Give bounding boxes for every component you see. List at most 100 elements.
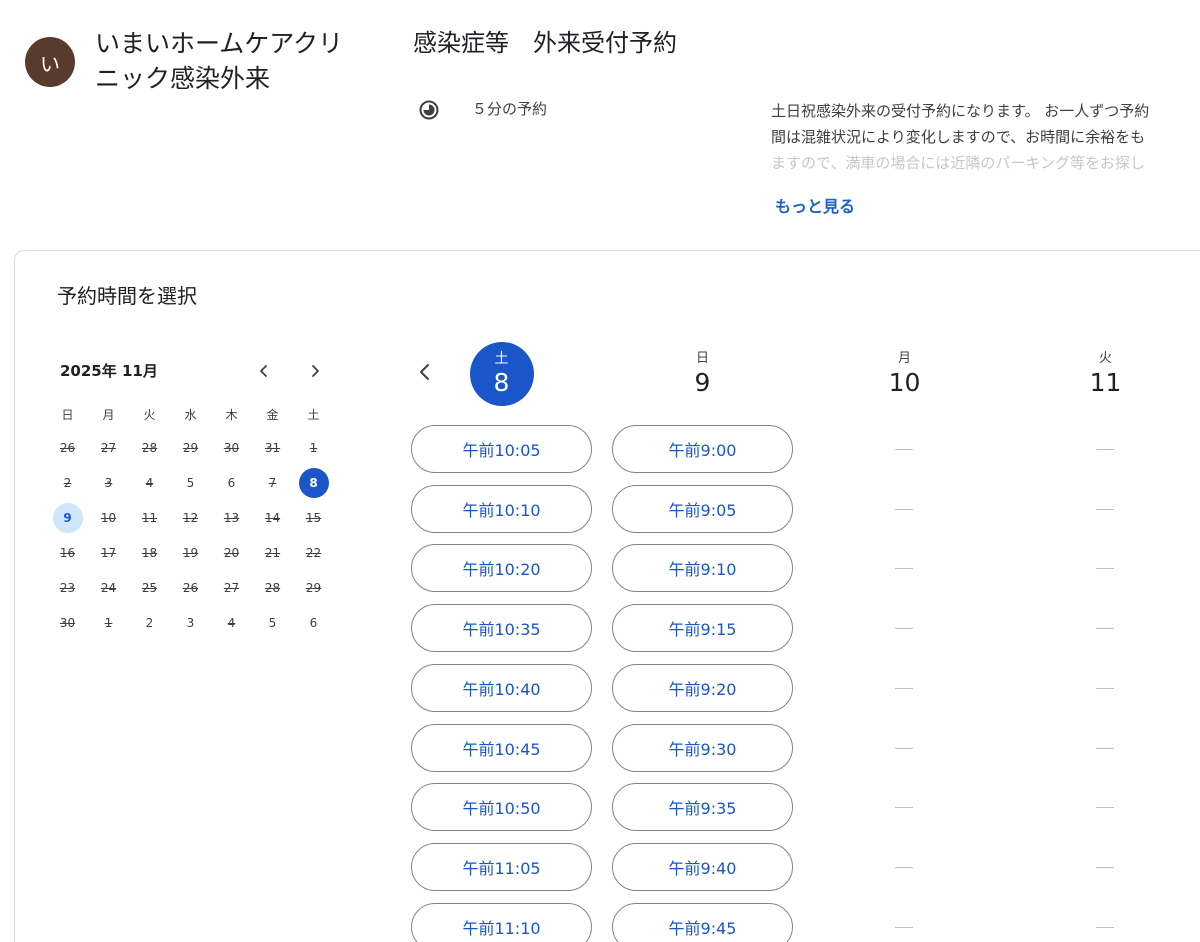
organization-name: いまいホームケアクリニック感染外来 <box>95 29 344 93</box>
calendar-day: 27 <box>223 580 240 595</box>
calendar-day: 4 <box>145 475 154 490</box>
no-slot-dash <box>895 449 913 450</box>
show-more-link[interactable]: もっと見る <box>775 195 855 219</box>
calendar-day: 5 <box>268 615 277 630</box>
day-number: 9 <box>694 368 711 397</box>
calendar-week-row: 30 1 2 3 4 5 6 <box>47 605 334 640</box>
day-column-header: 日9 <box>612 350 793 398</box>
calendar-month-label: 2025年 11月 <box>60 362 158 380</box>
no-slot-dash <box>1096 807 1114 808</box>
no-slot-dash <box>1096 509 1114 510</box>
day-number: 8 <box>493 368 510 397</box>
calendar-day: 26 <box>59 440 76 455</box>
time-slot-button[interactable]: 午前9:00 <box>612 425 793 473</box>
calendar-day: 27 <box>100 440 117 455</box>
time-slot-button[interactable]: 午前9:10 <box>612 544 793 592</box>
calendar-day-cell: 28 <box>129 433 170 463</box>
calendar-day-cell: 18 <box>129 538 170 568</box>
no-slot-dash <box>895 509 913 510</box>
time-slot-button[interactable]: 午前10:40 <box>411 664 592 712</box>
calendar-day-cell: 5 <box>252 608 293 638</box>
time-slot-button[interactable]: 午前9:20 <box>612 664 793 712</box>
no-slot-dash <box>895 867 913 868</box>
time-slot-button[interactable]: 午前9:05 <box>612 485 793 533</box>
time-slot-button[interactable]: 午前10:10 <box>411 485 592 533</box>
time-slot-button[interactable]: 午前11:10 <box>411 903 592 942</box>
calendar-day-cell: 5 <box>170 468 211 498</box>
calendar-day: 29 <box>182 440 199 455</box>
description: 土日祝感染外来の受付予約になります。 お一人ずつ予約 間は混雑状況により変化しま… <box>771 98 1200 176</box>
day-of-week: 火 <box>1098 351 1112 366</box>
calendar-day-cell: 26 <box>47 433 88 463</box>
time-slot-button[interactable]: 午前10:50 <box>411 783 592 831</box>
calendar-day-cell: 26 <box>170 573 211 603</box>
calendar-day: 30 <box>59 615 76 630</box>
calendar-day-cell: 21 <box>252 538 293 568</box>
time-slot-button[interactable]: 午前9:35 <box>612 783 793 831</box>
calendar-day-selected[interactable]: 8 <box>298 467 329 498</box>
day-of-week: 月 <box>897 351 911 366</box>
calendar-prev-month-button[interactable] <box>249 356 279 386</box>
calendar-day-cell: 15 <box>293 503 334 533</box>
day-number: 11 <box>1089 368 1122 397</box>
calendar-day: 3 <box>104 475 113 490</box>
calendar-day-cell: 20 <box>211 538 252 568</box>
calendar-day-cell: 19 <box>170 538 211 568</box>
calendar-day: 28 <box>141 440 158 455</box>
calendar-week-row: 23 24 25 26 27 28 29 <box>47 570 334 605</box>
time-slot-button[interactable]: 午前10:20 <box>411 544 592 592</box>
calendar-weekday-label: 土 <box>307 407 320 422</box>
description-line: 土日祝感染外来の受付予約になります。 お一人ずつ予約 <box>771 102 1150 120</box>
calendar-day: 1 <box>104 615 113 630</box>
calendar-day-cell: 7 <box>252 468 293 498</box>
calendar-day: 10 <box>100 510 117 525</box>
no-slot-dash <box>895 628 913 629</box>
time-slot-button[interactable]: 午前10:05 <box>411 425 592 473</box>
time-slot-button[interactable]: 午前9:30 <box>612 724 793 772</box>
calendar-day[interactable]: 9 <box>52 502 83 533</box>
calendar-day-cell: 2 <box>47 468 88 498</box>
calendar-week-row: 26 27 28 29 30 31 1 <box>47 430 334 465</box>
day-column-header: 火 11 <box>1015 350 1196 398</box>
calendar-day-cell: 2 <box>129 608 170 638</box>
calendar-day: 25 <box>141 580 158 595</box>
time-slot-button[interactable]: 午前10:45 <box>411 724 592 772</box>
time-slot-button[interactable]: 午前9:45 <box>612 903 793 942</box>
calendar-next-month-button[interactable] <box>300 356 330 386</box>
calendar-day-cell: 6 <box>211 468 252 498</box>
calendar-day-cell: 27 <box>211 573 252 603</box>
calendar-day-cell: 24 <box>88 573 129 603</box>
time-slot-button[interactable]: 午前9:15 <box>612 604 793 652</box>
description-line: ますので、満車の場合には近隣のパーキング等をお探し <box>771 154 1145 172</box>
chevron-left-icon <box>260 365 267 377</box>
calendar-week-row: 9 10 11 12 13 14 15 <box>47 500 334 535</box>
no-slot-dash <box>895 927 913 928</box>
calendar-weekday-label: 木 <box>225 407 238 422</box>
no-slot-dash <box>1096 867 1114 868</box>
calendar-weekday-label: 月 <box>102 407 115 422</box>
time-slot-button[interactable]: 午前10:35 <box>411 604 592 652</box>
calendar-day-cell: 14 <box>252 503 293 533</box>
calendar-day: 2 <box>145 615 154 630</box>
calendar-day-cell: 4 <box>211 608 252 638</box>
calendar-day-cell: 29 <box>170 433 211 463</box>
calendar-day-cell: 25 <box>129 573 170 603</box>
time-slot-button[interactable]: 午前11:05 <box>411 843 592 891</box>
calendar-day: 22 <box>305 545 322 560</box>
calendar-day: 14 <box>264 510 281 525</box>
calendar-day-cell: 6 <box>293 608 334 638</box>
calendar-day-cell: 29 <box>293 573 334 603</box>
calendar-day-cell: 16 <box>47 538 88 568</box>
no-slot-dash <box>1096 688 1114 689</box>
calendar-day-cell: 13 <box>211 503 252 533</box>
calendar-day: 29 <box>305 580 322 595</box>
calendar-day: 23 <box>59 580 76 595</box>
avatar-letter: い <box>40 51 60 76</box>
day-label: 火 11 <box>1015 350 1196 398</box>
calendar-week-row: 2 3 4 5 6 7 8 <box>47 465 334 500</box>
day-label: 月 10 <box>814 350 995 398</box>
time-slot-button[interactable]: 午前9:40 <box>612 843 793 891</box>
calendar-day: 13 <box>223 510 240 525</box>
calendar-day-cell: 31 <box>252 433 293 463</box>
calendar-day-cell: 27 <box>88 433 129 463</box>
